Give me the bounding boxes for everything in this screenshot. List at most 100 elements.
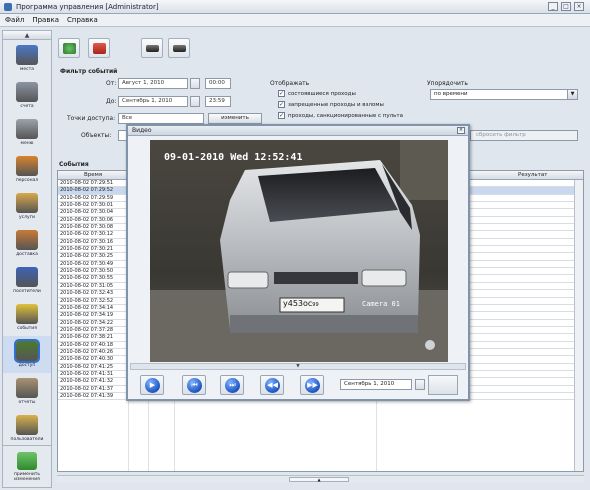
- minimize-icon[interactable]: _: [548, 2, 558, 11]
- opt-denied-label: запрещенные проходы и взломы: [288, 101, 384, 108]
- table-cell: 2010-08-02 07:30:50: [60, 268, 114, 275]
- step-forward-button[interactable]: ⏭: [220, 375, 244, 395]
- sidebar-item-8[interactable]: доступ: [3, 336, 51, 373]
- from-label: От:: [106, 80, 117, 87]
- rewind-button[interactable]: ◀◀: [260, 375, 284, 395]
- export-button[interactable]: [88, 38, 110, 58]
- sidebar-scroll-up-icon[interactable]: ▲: [3, 31, 51, 40]
- change-points-button[interactable]: изменить: [208, 113, 262, 124]
- sidebar-item-1[interactable]: счета: [3, 77, 51, 114]
- apply-icon: [17, 451, 37, 470]
- splitter-grip-icon[interactable]: ▲: [289, 477, 349, 482]
- step-back-button[interactable]: ⏮: [182, 375, 206, 395]
- delivery-icon: [16, 230, 38, 250]
- menu-edit[interactable]: Правка: [32, 16, 59, 24]
- sidebar-item-label: места: [19, 67, 35, 72]
- sidebar-item-7[interactable]: события: [3, 299, 51, 336]
- snapshot-button[interactable]: [428, 375, 458, 395]
- checkbox-checked-icon: ✓: [278, 90, 285, 97]
- rewind-icon: ◀◀: [267, 381, 278, 389]
- opt-passes-checkbox[interactable]: ✓ состоявшиеся проходы: [278, 90, 356, 97]
- from-time-field[interactable]: 00:00: [205, 78, 231, 89]
- sidebar-item-label: персонал: [15, 178, 39, 183]
- table-cell: 2010-08-02 07:32:43: [60, 290, 114, 297]
- sidebar-item-label: посетители: [13, 289, 41, 294]
- apply-changes-label: применить изменения: [13, 471, 41, 482]
- menu-bar: Файл Правка Справка: [0, 14, 590, 27]
- access-points-field[interactable]: Все: [118, 113, 204, 124]
- opt-console-checkbox[interactable]: ✓ проходы, санкционированные с пульта: [278, 112, 403, 119]
- maximize-icon[interactable]: □: [561, 2, 571, 11]
- license-plate: у453ос99: [283, 299, 319, 308]
- table-cell: 2010-08-02 07:31:05: [60, 282, 114, 289]
- close-icon[interactable]: ×: [574, 2, 584, 11]
- table-cell: 2010-08-02 07:30:12: [60, 231, 114, 238]
- reset-filter-button[interactable]: сбросить фильтр: [470, 130, 578, 141]
- table-cell: 2010-08-02 07:30:04: [60, 209, 114, 216]
- table-cell: 2010-08-02 07:30:16: [60, 238, 114, 245]
- opt-console-label: проходы, санкционированные с пульта: [288, 112, 403, 119]
- table-cell: 2010-08-02 07:41:39: [60, 392, 114, 399]
- app-icon: [4, 2, 12, 11]
- fast-forward-icon: ▶▶: [307, 381, 318, 389]
- camera-icon: [146, 45, 159, 52]
- menu-file[interactable]: Файл: [5, 16, 24, 24]
- table-cell: 2010-08-02 07:34:22: [60, 319, 114, 326]
- opt-denied-checkbox[interactable]: ✓ запрещенные проходы и взломы: [278, 101, 384, 108]
- video-dialog-title: Видео: [132, 127, 152, 134]
- visitors-icon: [16, 267, 38, 287]
- checkbox-checked-icon: ✓: [278, 101, 285, 108]
- window-titlebar: Программа управления [Administrator] _ □…: [0, 0, 590, 14]
- sort-select[interactable]: по времени ▼: [430, 89, 578, 100]
- table-cell: 2010-08-02 07:29:59: [60, 194, 114, 201]
- table-cell: 2010-08-02 07:41:31: [60, 370, 114, 377]
- to-calendar-icon[interactable]: [190, 96, 200, 107]
- table-cell: 2010-08-02 07:37:28: [60, 326, 114, 333]
- window-title: Программа управления [Administrator]: [16, 2, 159, 11]
- table-cell: 2010-08-02 07:30:55: [60, 275, 114, 282]
- sidebar-item-10[interactable]: пользователи: [3, 410, 51, 447]
- col-result-header[interactable]: Результат: [518, 172, 547, 178]
- opt-passes-label: состоявшиеся проходы: [288, 90, 356, 97]
- chevron-down-icon: ▼: [567, 90, 577, 99]
- camera-icon: [173, 45, 186, 52]
- sidebar-item-3[interactable]: персонал: [3, 151, 51, 188]
- sort-value: по времени: [434, 91, 468, 97]
- sidebar-item-9[interactable]: отчеты: [3, 373, 51, 410]
- step-back-icon: ⏮: [191, 381, 198, 389]
- video-calendar-icon[interactable]: [415, 379, 425, 390]
- camera-button-1[interactable]: [141, 38, 163, 58]
- to-time-field[interactable]: 23:59: [205, 96, 231, 107]
- places-icon: [16, 45, 38, 65]
- from-calendar-icon[interactable]: [190, 78, 200, 89]
- sidebar-item-0[interactable]: места: [3, 40, 51, 77]
- video-timeline-scrollbar[interactable]: ▼: [130, 363, 466, 370]
- table-cell: 2010-08-02 07:32:52: [60, 297, 114, 304]
- events-scrollbar[interactable]: [574, 180, 583, 471]
- sidebar-item-4[interactable]: услуги: [3, 188, 51, 225]
- users-icon: [16, 415, 38, 435]
- apply-changes-button[interactable]: применить изменения: [3, 445, 51, 487]
- bottom-splitter[interactable]: ▲: [57, 475, 584, 483]
- refresh-button[interactable]: [58, 38, 80, 58]
- sidebar-item-2[interactable]: меню: [3, 114, 51, 151]
- col-time-header[interactable]: Время: [84, 172, 102, 178]
- fast-forward-button[interactable]: ▶▶: [300, 375, 324, 395]
- close-icon[interactable]: ×: [457, 127, 465, 134]
- sidebar-item-6[interactable]: посетители: [3, 262, 51, 299]
- table-cell: 2010-08-02 07:29:52: [60, 187, 114, 194]
- from-date-field[interactable]: Август 1, 2010: [118, 78, 188, 89]
- video-dialog: Видео × 09-01-2010 Wed 12:52:41 Camera 0…: [126, 124, 470, 401]
- video-frame[interactable]: 09-01-2010 Wed 12:52:41 Camera 01 у453ос…: [150, 140, 448, 362]
- video-date-field[interactable]: Сентябрь 1, 2010: [340, 379, 412, 390]
- to-date-field[interactable]: Сентябрь 1, 2010: [118, 96, 188, 107]
- car-video-image: [150, 140, 448, 362]
- table-cell: 2010-08-02 07:38:21: [60, 334, 114, 341]
- menu-help[interactable]: Справка: [67, 16, 98, 24]
- reports-icon: [16, 378, 38, 398]
- camera-button-2[interactable]: [168, 38, 190, 58]
- play-button[interactable]: ▶: [140, 375, 164, 395]
- sort-title: Упорядочить: [427, 80, 468, 87]
- table-cell: 2010-08-02 07:41:37: [60, 385, 114, 392]
- sidebar-item-5[interactable]: доставка: [3, 225, 51, 262]
